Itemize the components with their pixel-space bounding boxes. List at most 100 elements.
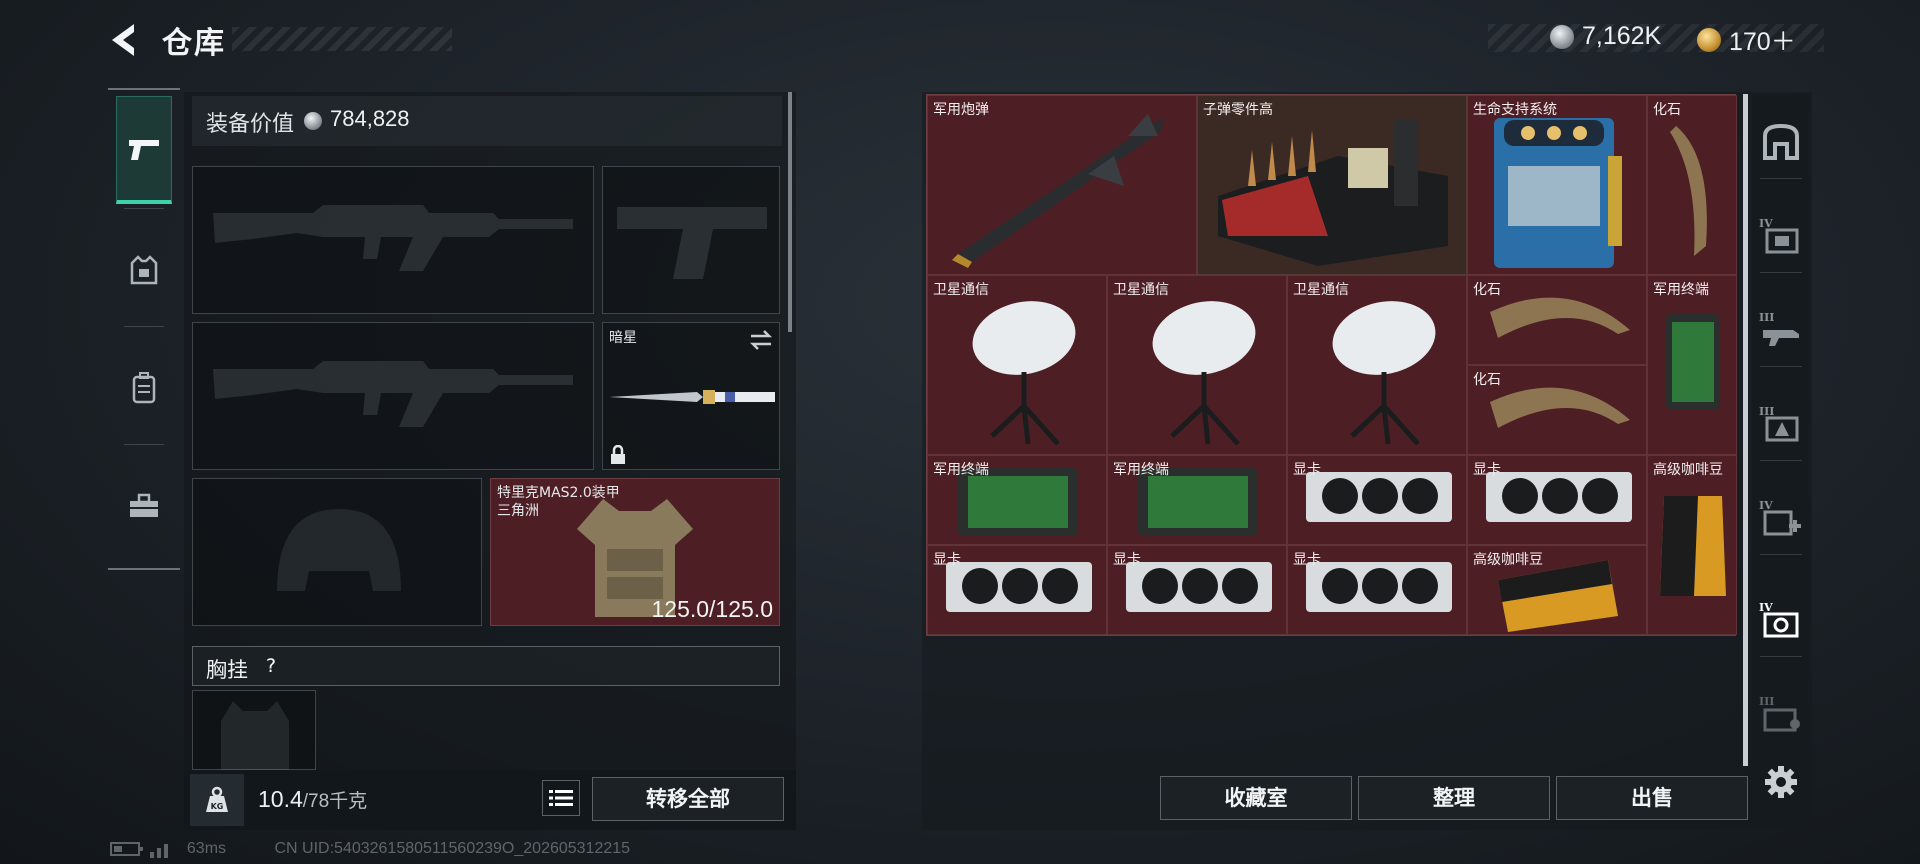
tab-tier-iii-key-case[interactable]: III <box>1758 684 1804 744</box>
category-armor[interactable] <box>116 216 172 324</box>
armor-slot[interactable]: 特里克MAS2.0装甲 三角洲 125.0/125.0 <box>490 478 780 626</box>
tab-tier-iv-case[interactable]: IV <box>1758 206 1804 266</box>
gold-coin-icon <box>1697 28 1721 52</box>
tier-label: III <box>1759 405 1774 418</box>
vest-icon <box>130 255 158 285</box>
item-label: 卫星通信 <box>1113 282 1169 298</box>
organize-button[interactable]: 整理 <box>1358 776 1550 820</box>
ping-readout: 63ms <box>186 840 227 858</box>
lock-icon <box>611 445 625 464</box>
tier-iii-key-case-icon: III <box>1759 695 1800 732</box>
item-fossil[interactable]: 化石 <box>1467 275 1647 365</box>
item-bullet-parts[interactable]: 子弹零件高 <box>1197 95 1467 275</box>
tab-vault[interactable] <box>1758 112 1804 172</box>
item-gpu[interactable]: 显卡 <box>1107 545 1287 635</box>
weight-readout: 10.4/78千克 <box>258 786 367 813</box>
gold-amount: 170＋ <box>1729 28 1796 56</box>
vault-icon <box>1763 123 1799 160</box>
storage-grid: 军用炮弹 子弹零件高 生命支持系统 化石 卫星通信 卫星通信 卫星通信 化石 军… <box>926 94 1737 636</box>
item-label: 显卡 <box>933 552 961 568</box>
help-icon[interactable]: ? <box>258 654 284 678</box>
loadout-scrollbar[interactable] <box>788 92 792 332</box>
helmet-slot[interactable] <box>192 478 482 626</box>
silver-coin-icon <box>304 112 322 130</box>
storage-scrollbar[interactable] <box>1743 94 1748 766</box>
tab-tier-iv-container[interactable]: IV <box>1758 590 1804 650</box>
item-label: 军用终端 <box>1653 282 1709 298</box>
item-life-support[interactable]: 生命支持系统 <box>1467 95 1647 275</box>
tier-iv-medical-case-icon: IV <box>1759 499 1801 536</box>
tab-tier-iii-weapon-case[interactable]: III <box>1758 300 1804 360</box>
item-coffee-beans[interactable]: 高级咖啡豆 <box>1467 545 1647 635</box>
silver-coin-icon <box>1550 24 1574 49</box>
title-decoration <box>232 27 452 51</box>
satellite-dish-icon <box>1332 301 1436 446</box>
item-label: 化石 <box>1653 102 1681 118</box>
primary-weapon-slot[interactable] <box>192 166 594 314</box>
tier-label: IV <box>1759 601 1773 614</box>
uid-readout: CN UID:5403261580511560239O_202605312215 <box>274 840 631 858</box>
item-gpu[interactable]: 显卡 <box>1467 455 1647 545</box>
backpack-icon <box>132 372 156 404</box>
chest-rig-slot[interactable] <box>192 690 316 771</box>
item-label: 显卡 <box>1473 462 1501 478</box>
svg-text:KG: KG <box>211 802 224 811</box>
item-satcom[interactable]: 卫星通信 <box>1287 275 1467 455</box>
terminal-icon <box>1666 314 1720 410</box>
armor-durability: 125.0/125.0 <box>651 596 773 622</box>
tab-tier-iv-medical-case[interactable]: IV <box>1758 488 1804 548</box>
item-gpu[interactable]: 显卡 <box>1287 545 1467 635</box>
tier-label: III <box>1759 695 1774 708</box>
item-gpu[interactable]: 显卡 <box>1287 455 1467 545</box>
missile-icon <box>952 114 1164 268</box>
item-missile[interactable]: 军用炮弹 <box>927 95 1197 275</box>
collection-room-button[interactable]: 收藏室 <box>1160 776 1352 820</box>
item-military-terminal[interactable]: 军用终端 <box>1107 455 1287 545</box>
melee-slot[interactable]: 暗星 <box>602 322 780 470</box>
item-label: 显卡 <box>1293 552 1321 568</box>
back-arrow-icon[interactable] <box>106 20 140 60</box>
max-weight: /78千克 <box>302 791 368 812</box>
item-fossil[interactable]: 化石 <box>1467 365 1647 455</box>
item-label: 卫星通信 <box>1293 282 1349 298</box>
secondary-weapon-slot[interactable] <box>192 322 594 470</box>
item-coffee-beans[interactable]: 高级咖啡豆 <box>1647 455 1737 635</box>
current-weight: 10.4 <box>258 786 303 812</box>
item-label: 高级咖啡豆 <box>1473 552 1543 568</box>
item-satcom[interactable]: 卫星通信 <box>1107 275 1287 455</box>
tab-tier-iii-ammo-case[interactable]: III <box>1758 394 1804 454</box>
category-tools[interactable] <box>116 452 172 560</box>
gear-icon <box>1765 766 1797 798</box>
tier-label: IV <box>1759 217 1773 230</box>
item-label: 化石 <box>1473 282 1501 298</box>
silver-currency[interactable]: 7,162K <box>1550 22 1661 51</box>
list-view-button[interactable] <box>542 780 580 816</box>
coffee-bag-icon <box>1660 496 1726 596</box>
rifle-silhouette-icon <box>213 361 573 427</box>
item-label: 军用终端 <box>933 462 989 478</box>
item-label: 显卡 <box>1113 552 1141 568</box>
swap-icon[interactable] <box>749 329 773 351</box>
category-backpack[interactable] <box>116 334 172 442</box>
battery-icon <box>110 842 143 856</box>
gold-currency[interactable]: 170＋ <box>1697 22 1796 58</box>
category-weapons[interactable] <box>116 96 172 204</box>
item-fossil[interactable]: 化石 <box>1647 95 1737 275</box>
settings-button[interactable] <box>1758 752 1804 812</box>
item-label: 卫星通信 <box>933 282 989 298</box>
sidearm-slot[interactable] <box>602 166 780 314</box>
pistol-icon <box>129 139 159 160</box>
tier-iii-weapon-case-icon: III <box>1759 311 1799 346</box>
item-label: 高级咖啡豆 <box>1653 462 1723 478</box>
sell-button[interactable]: 出售 <box>1556 776 1748 820</box>
tier-label: IV <box>1759 499 1773 512</box>
item-label: 军用炮弹 <box>933 102 989 118</box>
item-military-terminal[interactable]: 军用终端 <box>1647 275 1737 455</box>
transfer-all-button[interactable]: 转移全部 <box>592 777 784 821</box>
armor-origin: 三角洲 <box>497 503 539 519</box>
item-label: 化石 <box>1473 372 1501 388</box>
item-gpu[interactable]: 显卡 <box>927 545 1107 635</box>
item-military-terminal[interactable]: 军用终端 <box>927 455 1107 545</box>
item-satcom[interactable]: 卫星通信 <box>927 275 1107 455</box>
satellite-dish-icon <box>1152 301 1256 446</box>
